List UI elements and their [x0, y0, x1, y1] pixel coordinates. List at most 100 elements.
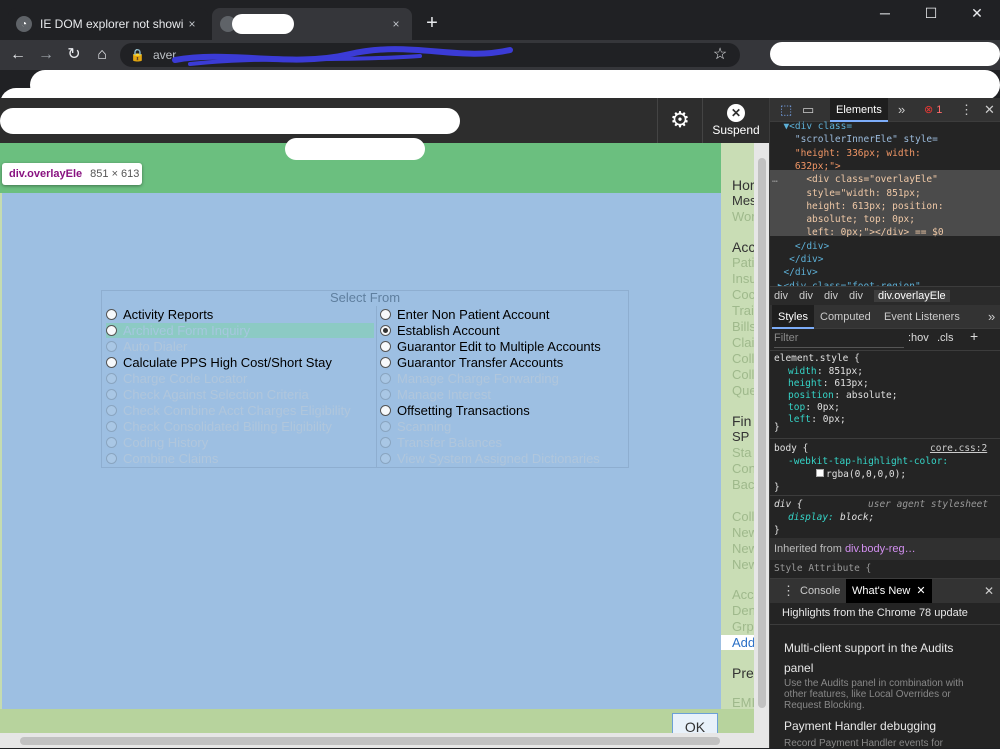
body-rule-source-link[interactable]: core.css:2: [930, 442, 987, 455]
nav-item[interactable]: Con: [732, 461, 754, 476]
nav-item[interactable]: Pati: [732, 255, 754, 270]
option-right[interactable]: Offsetting Transactions: [380, 403, 530, 418]
new-rule-button[interactable]: +: [970, 328, 978, 344]
nav-item[interactable]: SP: [732, 429, 749, 444]
dom-tree-line[interactable]: style="width: 851px;: [772, 187, 920, 200]
dom-tree-line[interactable]: ▼<div class=: [772, 120, 852, 133]
tab-close-icon[interactable]: ✕: [916, 585, 925, 597]
radio-button[interactable]: [380, 437, 391, 448]
class-toggle[interactable]: .cls: [937, 332, 954, 344]
option-left[interactable]: Coding History: [106, 435, 208, 450]
suspend-button[interactable]: ✕ Suspend: [702, 98, 769, 143]
home-button[interactable]: ⌂: [90, 44, 114, 68]
radio-button[interactable]: [106, 341, 117, 352]
radio-button[interactable]: [380, 373, 391, 384]
close-window-button[interactable]: ✕: [954, 0, 1000, 28]
radio-button[interactable]: [380, 421, 391, 432]
forward-button[interactable]: →: [34, 44, 58, 68]
nav-item[interactable]: New: [732, 525, 754, 540]
reload-button[interactable]: ↻: [62, 44, 86, 68]
nav-item[interactable]: Acc: [732, 587, 754, 602]
option-right[interactable]: View System Assigned Dictionaries: [380, 451, 600, 466]
css-prop-name[interactable]: left: [788, 413, 811, 426]
nav-item[interactable]: Coc: [732, 287, 754, 302]
nav-item[interactable]: Pref: [732, 665, 754, 681]
option-right[interactable]: Manage Charge Forwarding: [380, 371, 559, 386]
nav-item[interactable]: Sta: [732, 445, 752, 460]
option-left[interactable]: Charge Code Locator: [106, 371, 247, 386]
nav-item[interactable]: Coll: [732, 509, 754, 524]
option-right[interactable]: Transfer Balances: [380, 435, 502, 450]
nav-item[interactable]: EMI: [732, 695, 754, 709]
tab-console[interactable]: Console: [794, 579, 846, 603]
radio-button[interactable]: [106, 309, 117, 320]
radio-button[interactable]: [106, 437, 117, 448]
dom-tree-line[interactable]: absolute; top: 0px;: [772, 213, 915, 226]
nav-item[interactable]: Coll: [732, 367, 754, 382]
radio-button[interactable]: [106, 389, 117, 400]
option-left[interactable]: Archived Form Inquiry: [106, 323, 374, 338]
dom-tree-line[interactable]: </div>: [772, 253, 823, 266]
radio-button[interactable]: [106, 357, 117, 368]
dom-tree-line[interactable]: height: 613px; position:: [772, 200, 943, 213]
dom-tree-line[interactable]: "height: 336px; width:: [772, 147, 921, 160]
nav-item[interactable]: Den: [732, 603, 754, 618]
nav-item[interactable]: Bac: [732, 477, 754, 492]
option-right[interactable]: Establish Account: [380, 323, 500, 338]
nav-item[interactable]: New: [732, 557, 754, 572]
radio-button[interactable]: [380, 357, 391, 368]
option-right[interactable]: Scanning: [380, 419, 451, 434]
tab-event-listeners[interactable]: Event Listeners: [878, 305, 966, 329]
breadcrumb-item[interactable]: div: [849, 290, 863, 302]
radio-button[interactable]: [380, 405, 391, 416]
device-toolbar-icon[interactable]: ▭: [796, 98, 820, 122]
radio-button[interactable]: [380, 453, 391, 464]
error-count-badge[interactable]: ⊗ 1: [918, 98, 948, 122]
tab-computed[interactable]: Computed: [814, 305, 877, 329]
settings-gear-icon[interactable]: ⚙: [657, 98, 702, 143]
nav-item[interactable]: Insu: [732, 271, 754, 286]
breadcrumb-item[interactable]: div: [774, 290, 788, 302]
styles-filter-input[interactable]: Filter: [774, 332, 904, 348]
radio-button[interactable]: [106, 373, 117, 384]
breadcrumb-item[interactable]: div: [799, 290, 813, 302]
dom-tree-line[interactable]: <div class="overlayEle": [772, 173, 938, 186]
hover-state-toggle[interactable]: :hov: [908, 332, 929, 344]
option-left[interactable]: Calculate PPS High Cost/Short Stay: [106, 355, 332, 370]
radio-button[interactable]: [106, 405, 117, 416]
tab-close-icon[interactable]: ×: [184, 17, 200, 31]
dom-tree-line[interactable]: left: 0px;"></div> == $0: [772, 226, 943, 239]
option-right[interactable]: Manage Interest: [380, 387, 491, 402]
css-prop-value[interactable]: absolute;: [846, 389, 897, 402]
breadcrumb-item[interactable]: div: [824, 290, 838, 302]
browser-tab-active[interactable]: ◔ IE DOM explorer not showing the ×: [8, 8, 208, 40]
nav-item[interactable]: Mes: [732, 193, 754, 208]
nav-item[interactable]: Que: [732, 383, 754, 398]
devtools-menu-icon[interactable]: ⋮: [954, 98, 979, 122]
option-left[interactable]: Combine Claims: [106, 451, 218, 466]
news-title[interactable]: Multi-client support in the Audits panel: [784, 638, 984, 678]
tab-whats-new[interactable]: What's New ✕: [846, 579, 932, 603]
dom-tree-line[interactable]: 632px;">: [772, 160, 841, 173]
maximize-button[interactable]: ☐: [908, 0, 954, 28]
back-button[interactable]: ←: [6, 44, 30, 68]
inherited-from[interactable]: div.body-reg…: [845, 543, 916, 555]
option-right[interactable]: Guarantor Edit to Multiple Accounts: [380, 339, 601, 354]
radio-button[interactable]: [380, 341, 391, 352]
nav-item[interactable]: Bills: [732, 319, 754, 334]
dom-tree-line[interactable]: "scrollerInnerEle" style=: [772, 133, 938, 146]
dom-tree-line[interactable]: </div>: [772, 240, 829, 253]
nav-item[interactable]: Fin: [732, 413, 751, 429]
tab-styles[interactable]: Styles: [772, 305, 814, 329]
option-left[interactable]: Check Combine Acct Charges Eligibility: [106, 403, 351, 418]
new-tab-button[interactable]: +: [420, 12, 444, 36]
drawer-close-icon[interactable]: ✕: [978, 579, 1000, 603]
nav-item[interactable]: Add: [721, 635, 754, 650]
horizontal-scroll-thumb[interactable]: [20, 737, 720, 745]
vertical-scroll-thumb[interactable]: [758, 158, 766, 708]
radio-button[interactable]: [380, 325, 391, 336]
bookmark-star-icon[interactable]: ☆: [708, 44, 732, 68]
devtools-close-icon[interactable]: ✕: [978, 98, 1000, 122]
option-left[interactable]: Check Against Selection Criteria: [106, 387, 309, 402]
breadcrumb-item[interactable]: div.overlayEle: [874, 290, 950, 302]
